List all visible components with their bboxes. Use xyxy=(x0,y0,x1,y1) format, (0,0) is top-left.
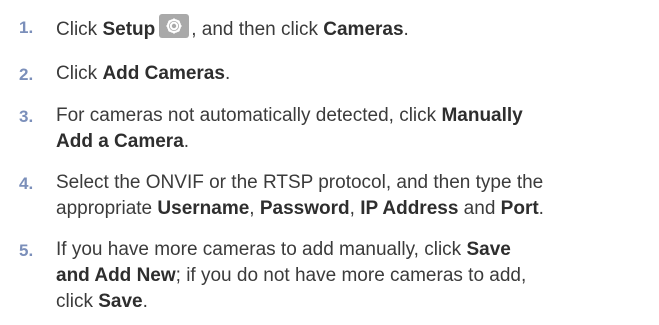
step-number: 3. xyxy=(19,107,34,126)
step-text-line-2: Add a Camera. xyxy=(56,131,190,152)
step-number: 2. xyxy=(19,65,34,84)
gear-icon xyxy=(159,14,190,38)
step-text-line-3: click Save. xyxy=(56,291,148,312)
cameras-label: Cameras xyxy=(323,19,404,40)
setup-label: Setup xyxy=(102,19,156,40)
step-number: 4. xyxy=(19,174,34,193)
step-text-line-1: Select the ONVIF or the RTSP protocol, a… xyxy=(56,172,544,193)
step-text-line-2: and Add New; if you do not have more cam… xyxy=(56,265,527,286)
step-text-line-1: If you have more cameras to add manually… xyxy=(56,239,511,260)
step-text-line-1: For cameras not automatically detected, … xyxy=(56,105,523,126)
step-number: 5. xyxy=(19,241,34,260)
step-number: 1. xyxy=(19,18,34,37)
step-text: Click Add Cameras. xyxy=(56,63,231,84)
step-text-line-2: appropriate Username, Password, IP Addre… xyxy=(56,198,544,219)
step-text: Click Setup, and then click Cameras. xyxy=(56,14,651,42)
add-cameras-label: Add Cameras xyxy=(102,63,225,84)
